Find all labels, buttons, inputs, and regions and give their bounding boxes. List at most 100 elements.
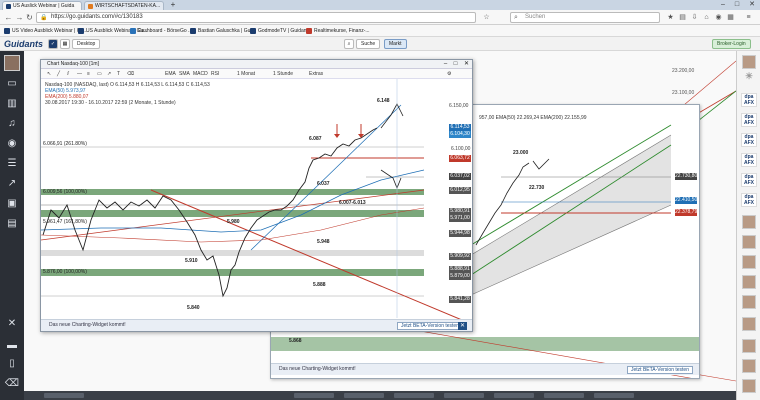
close-icon[interactable]: ✕	[745, 0, 759, 9]
news-source-label: dpa AFX	[744, 174, 754, 186]
blue-trendline	[250, 104, 402, 251]
bookmark-favicon-icon	[306, 28, 312, 34]
broker-login-button[interactable]: Broker-Login	[712, 39, 751, 49]
trash-icon[interactable]: ⌫	[4, 377, 20, 391]
news-source-item[interactable]: dpa AFX	[741, 193, 757, 207]
expert-avatar[interactable]	[742, 317, 756, 331]
beta-test-button[interactable]: Jetzt BETA-Version testen	[627, 366, 693, 374]
bookmark-favicon-icon	[130, 28, 136, 34]
app-search-icon[interactable]: ⌕	[344, 39, 354, 49]
bookmarks-star-icon[interactable]: ★	[666, 13, 675, 22]
document-icon[interactable]: ▯	[4, 357, 20, 371]
taskbar-item[interactable]	[394, 393, 434, 398]
expert-avatar[interactable]	[742, 215, 756, 229]
menu-icon[interactable]: ≡	[744, 13, 753, 22]
address-bar[interactable]: 🔒 https://go.guidants.com/#c/130183	[36, 12, 476, 23]
browser-tab[interactable]: US Auslick Webinar | Guida	[2, 1, 82, 10]
news-source-item[interactable]: dpa AFX	[741, 113, 757, 127]
bookmark-item[interactable]: Realtimekurse, Finanz-...	[306, 27, 370, 35]
taskbar-item[interactable]	[544, 393, 584, 398]
chart-icon[interactable]: ▥	[4, 97, 20, 111]
beta-test-button[interactable]: Jetzt BETA-Version testen	[397, 322, 463, 330]
user-avatar[interactable]	[4, 55, 20, 71]
expert-avatar[interactable]	[742, 275, 756, 289]
fib-level-label: 6.066,91 (261.80%)	[43, 141, 87, 147]
lightbulb-icon[interactable]: ☀	[741, 72, 757, 87]
extension-icon[interactable]: ◉	[714, 13, 723, 22]
news-source-item[interactable]: dpa AFX	[741, 153, 757, 167]
library-icon[interactable]: ▤	[678, 13, 687, 22]
bookmark-favicon-icon	[250, 28, 256, 34]
price-box: 6.012,95	[449, 187, 471, 194]
expert-avatar[interactable]	[742, 55, 756, 69]
fib-level-label: 6.009,56 (100,00%)	[43, 189, 87, 195]
sidebar-icon[interactable]: ▦	[726, 13, 735, 22]
annotation-6007-6013: 6.007-6.013	[339, 200, 366, 206]
markt-button[interactable]: Markt	[384, 39, 407, 49]
news-source-item[interactable]: dpa AFX	[741, 173, 757, 187]
search-input[interactable]: ⌕ Suchen	[510, 12, 660, 23]
expert-avatar[interactable]	[742, 295, 756, 309]
monitor-icon[interactable]: ▭	[4, 77, 20, 91]
news-source-item[interactable]: dpa AFX	[741, 93, 757, 107]
annotation-5840: 5.840	[187, 305, 200, 311]
taskbar-item[interactable]	[444, 393, 484, 398]
list-icon[interactable]: ☰	[4, 157, 20, 171]
bookmark-favicon-icon	[4, 28, 10, 34]
minimize-icon[interactable]: –	[716, 0, 730, 9]
bookmark-item[interactable]: US Video Ausblick Webinar | Gu...	[4, 27, 88, 35]
guidants-home-button[interactable]: ✓	[48, 39, 58, 49]
expert-avatar[interactable]	[742, 339, 756, 353]
taskbar-item[interactable]	[44, 393, 84, 398]
browser-tab[interactable]: WIRTSCHAFTSDATEN-KA...	[84, 1, 164, 10]
price-box: 22.378,79	[675, 209, 698, 216]
home-icon[interactable]: ⌂	[702, 13, 711, 22]
bookmark-item[interactable]: Dashboard - BörseGo ...	[130, 27, 192, 35]
lock-icon: 🔒	[40, 15, 48, 21]
trend-icon[interactable]: ↗	[4, 177, 20, 191]
calendar-icon[interactable]: ▣	[4, 197, 20, 211]
fib-level-label: 5.961,47 (161,80%)	[43, 219, 87, 225]
bell-icon[interactable]: ♫	[4, 117, 20, 131]
expert-avatar[interactable]	[742, 359, 756, 373]
suche-button[interactable]: Suche	[356, 39, 381, 49]
nasdaq-chart-window[interactable]: Chart Nasdaq-100 [1m] – □ ✕ ↖ ╱ ⫽ — ≡ ▭ …	[40, 59, 473, 332]
news-source-item[interactable]: dpa AFX	[741, 133, 757, 147]
price-tick: 6.150,00	[449, 103, 469, 109]
expert-avatar[interactable]	[742, 255, 756, 269]
bookmark-item[interactable]: Bastian Galuschka | Gui...	[190, 27, 256, 35]
expert-avatar[interactable]	[742, 235, 756, 249]
trend-channel	[471, 135, 671, 295]
red-arrow-head	[358, 134, 364, 138]
desktop-button[interactable]: Desktop	[72, 39, 101, 49]
bookmark-label: Realtimekurse, Finanz-...	[314, 28, 370, 34]
price-tick: 23.200,00	[672, 68, 695, 74]
projection-arrow	[532, 158, 550, 170]
bookmark-star-icon[interactable]: ☆	[482, 13, 491, 22]
support-zone	[271, 337, 699, 351]
back-icon[interactable]: ←	[4, 13, 13, 22]
notice-close-icon[interactable]: ✕	[458, 322, 467, 330]
price-tick: 23.100,00	[672, 90, 695, 96]
bookmark-item[interactable]: GodmodeTV | Guidants	[250, 27, 310, 35]
new-tab-button[interactable]: +	[166, 0, 180, 9]
expert-avatar[interactable]	[742, 379, 756, 393]
download-icon[interactable]: ⇩	[690, 13, 699, 22]
red-arrow-head	[334, 134, 340, 138]
folder-icon[interactable]: ▬	[4, 339, 20, 353]
forward-icon[interactable]: →	[15, 13, 24, 22]
taskbar-item[interactable]	[594, 393, 634, 398]
reload-icon[interactable]: ↻	[25, 13, 34, 22]
maximize-icon[interactable]: □	[730, 0, 744, 9]
close-desktop-icon[interactable]: ✕	[4, 317, 20, 331]
news-icon[interactable]: ▤	[4, 217, 20, 231]
annotation-5888: 5.888	[313, 282, 326, 288]
price-box: 5.888,91	[449, 266, 471, 273]
eye-icon[interactable]: ◉	[4, 137, 20, 151]
fib-level-label: 5.876,00 (100,00%)	[43, 269, 87, 275]
taskbar-item[interactable]	[494, 393, 534, 398]
price-box: 5.980,91	[449, 208, 471, 215]
taskbar-item[interactable]	[294, 393, 334, 398]
taskbar-item[interactable]	[344, 393, 384, 398]
desktop-grid-icon[interactable]: ▦	[60, 39, 70, 49]
